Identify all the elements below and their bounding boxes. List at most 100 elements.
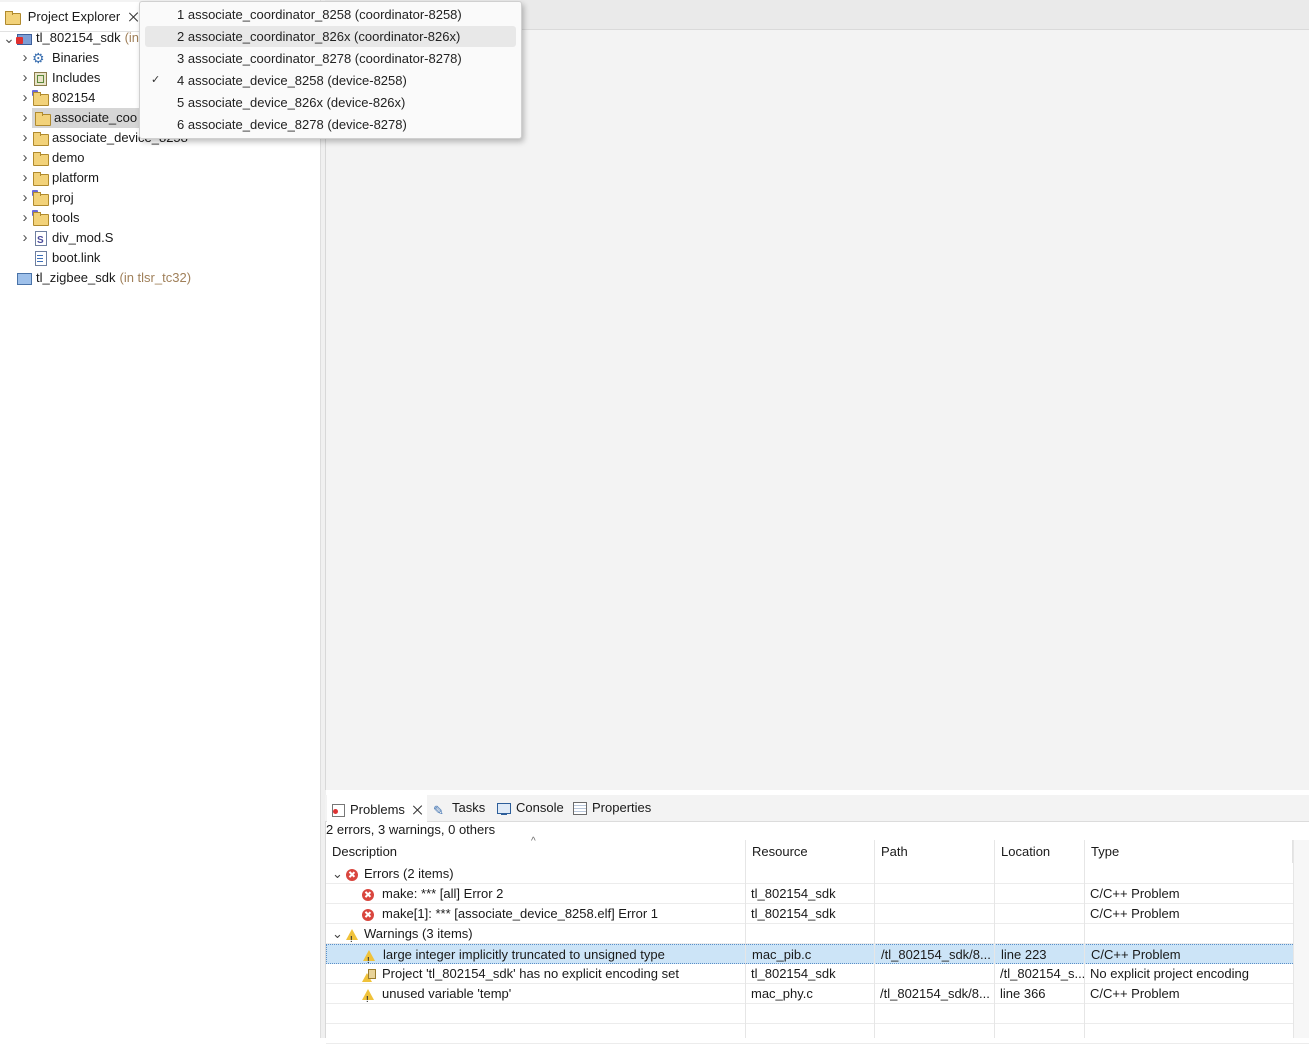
tab-title: Project Explorer [27, 9, 121, 24]
chevron-right-icon[interactable]: › [20, 128, 30, 148]
warning-icon [346, 929, 358, 944]
type-text: C/C++ Problem [1090, 886, 1180, 901]
resource-text: mac_pib.c [752, 947, 812, 962]
problem-group-row[interactable]: ⌄ Warnings (3 items) [326, 924, 1309, 944]
column-header-description[interactable]: Description [326, 840, 746, 863]
chevron-right-icon[interactable]: › [20, 148, 30, 168]
folder-icon [34, 110, 51, 126]
tree-item-label: proj [52, 190, 74, 205]
tab-properties[interactable]: Properties [573, 795, 651, 821]
tree-item-associate-coo[interactable]: › associate_coo [23, 108, 142, 128]
problem-row[interactable]: unused variable 'temp' mac_phy.c/tl_80215… [326, 984, 1309, 1004]
column-header-location[interactable]: Location [995, 840, 1085, 863]
build-config-item[interactable]: 1 associate_coordinator_8258 (coordinato… [145, 4, 516, 25]
problem-row[interactable]: large integer implicitly truncated to un… [326, 944, 1309, 965]
vertical-scrollbar[interactable] [1293, 840, 1309, 1038]
tab-project-explorer[interactable]: Project Explorer [0, 2, 140, 31]
tree-item-binaries[interactable]: › Binaries [20, 48, 99, 68]
chevron-right-icon[interactable]: › [20, 48, 30, 68]
resource-text: tl_802154_sdk [751, 906, 836, 921]
column-header-path[interactable]: Path [875, 840, 995, 863]
build-config-item[interactable]: 6 associate_device_8278 (device-8278) [145, 114, 516, 135]
tree-item-tl-802154-sdk[interactable]: ⌄ tl_802154_sdk (in [3, 28, 139, 48]
description-text: make: *** [all] Error 2 [382, 886, 504, 901]
column-label: Type [1091, 844, 1120, 859]
cell-type: C/C++ Problem [1090, 884, 1180, 904]
source-badge-icon [32, 190, 38, 196]
cell-description: make[1]: *** [associate_device_8258.elf]… [362, 904, 658, 924]
problem-group-row[interactable]: ⌄ Errors (2 items) [326, 864, 1309, 884]
chevron-down-icon[interactable]: ⌄ [332, 864, 344, 883]
binaries-icon [32, 48, 48, 68]
group-label: Errors (2 items) [364, 866, 454, 881]
problem-row[interactable]: Project 'tl_802154_sdk' has no explicit … [326, 964, 1309, 984]
cell-resource: tl_802154_sdk [751, 884, 836, 904]
tree-item-label: tl_802154_sdk [36, 30, 121, 45]
tab-properties-label: Properties [592, 800, 652, 815]
tree-item-802154[interactable]: › 802154 [20, 88, 95, 108]
tree-item-boot-link[interactable]: boot.link [20, 248, 100, 268]
column-header-resource[interactable]: Resource [746, 840, 875, 863]
tree-item-label: 802154 [52, 90, 96, 105]
tree-item-proj[interactable]: › proj [20, 188, 74, 208]
tree-item-platform[interactable]: › platform [20, 168, 99, 188]
problem-row[interactable]: make[1]: *** [associate_device_8258.elf]… [326, 904, 1309, 924]
cell-location: line 366 [1000, 984, 1046, 1004]
chevron-down-icon[interactable]: ⌄ [3, 28, 15, 48]
source-folder-icon [32, 190, 49, 206]
problem-row[interactable]: make: *** [all] Error 2 tl_802154_sdk C/C+… [326, 884, 1309, 904]
chevron-down-icon[interactable]: ⌄ [332, 924, 344, 943]
tree-item-label: tools [52, 210, 80, 225]
chevron-right-icon[interactable]: › [20, 68, 30, 88]
bottom-panel-tabbar: Problems Tasks Console Properties [325, 795, 1309, 824]
chevron-right-icon[interactable]: › [20, 88, 30, 108]
tree-item-label: platform [52, 170, 99, 185]
column-divider [874, 840, 875, 1038]
build-config-item[interactable]: 2 associate_coordinator_826x (coordinato… [145, 26, 516, 47]
cell-resource: tl_802154_sdk [751, 964, 836, 984]
chevron-right-icon[interactable]: › [20, 168, 30, 188]
chevron-right-icon[interactable]: › [20, 188, 30, 208]
tasks-icon [433, 798, 447, 824]
cell-description: make: *** [all] Error 2 [362, 884, 503, 904]
tree-item-label: Binaries [52, 50, 99, 65]
tree-item-label: demo [52, 150, 85, 165]
tab-tasks[interactable]: Tasks [433, 795, 485, 824]
build-configuration-menu: 1 associate_coordinator_8258 (coordinato… [139, 1, 522, 139]
chevron-right-icon[interactable]: › [20, 108, 30, 128]
tree-item-demo[interactable]: › demo [20, 148, 85, 168]
tab-console[interactable]: Console [497, 795, 564, 821]
source-badge-icon [32, 90, 38, 96]
cell-description: unused variable 'temp' [362, 984, 511, 1004]
build-config-item[interactable]: 5 associate_device_826x (device-826x) [145, 92, 516, 113]
error-icon [362, 908, 374, 921]
sort-ascending-icon: ^ [531, 836, 536, 847]
build-config-item[interactable]: ✓ 4 associate_device_8258 (device-8258) [145, 70, 516, 91]
column-divider [745, 840, 746, 1038]
tab-problems[interactable]: Problems [327, 795, 427, 823]
column-label: Resource [752, 844, 808, 859]
build-config-label: 3 associate_coordinator_8278 (coordinato… [177, 51, 462, 66]
cell-type: No explicit project encoding [1090, 964, 1249, 984]
build-config-item[interactable]: 3 associate_coordinator_8278 (coordinato… [145, 48, 516, 69]
type-text: C/C++ Problem [1090, 906, 1180, 921]
encoding-warning-icon [362, 968, 376, 982]
close-icon[interactable] [412, 804, 424, 816]
tree-item-tl-zigbee-sdk[interactable]: tl_zigbee_sdk (in tlsr_tc32) [4, 268, 191, 288]
tree-item-div-mod-s[interactable]: › div_mod.S [20, 228, 114, 251]
source-badge-icon [32, 210, 38, 216]
empty-row [326, 1024, 1309, 1044]
cell-location: line 223 [1001, 945, 1047, 965]
type-text: No explicit project encoding [1090, 966, 1249, 981]
folder-icon [32, 150, 49, 166]
tree-item-includes[interactable]: › Includes [20, 68, 100, 88]
group-cell: ⌄ Warnings (3 items) [332, 924, 473, 944]
includes-icon [32, 70, 48, 86]
tree-item-tools[interactable]: › tools [20, 208, 79, 228]
chevron-right-icon[interactable]: › [20, 228, 30, 248]
chevron-right-icon[interactable]: › [20, 208, 30, 228]
group-cell: ⌄ Errors (2 items) [332, 864, 454, 884]
location-text: /tl_802154_s... [1000, 966, 1086, 981]
column-header-type[interactable]: Type [1085, 840, 1293, 863]
